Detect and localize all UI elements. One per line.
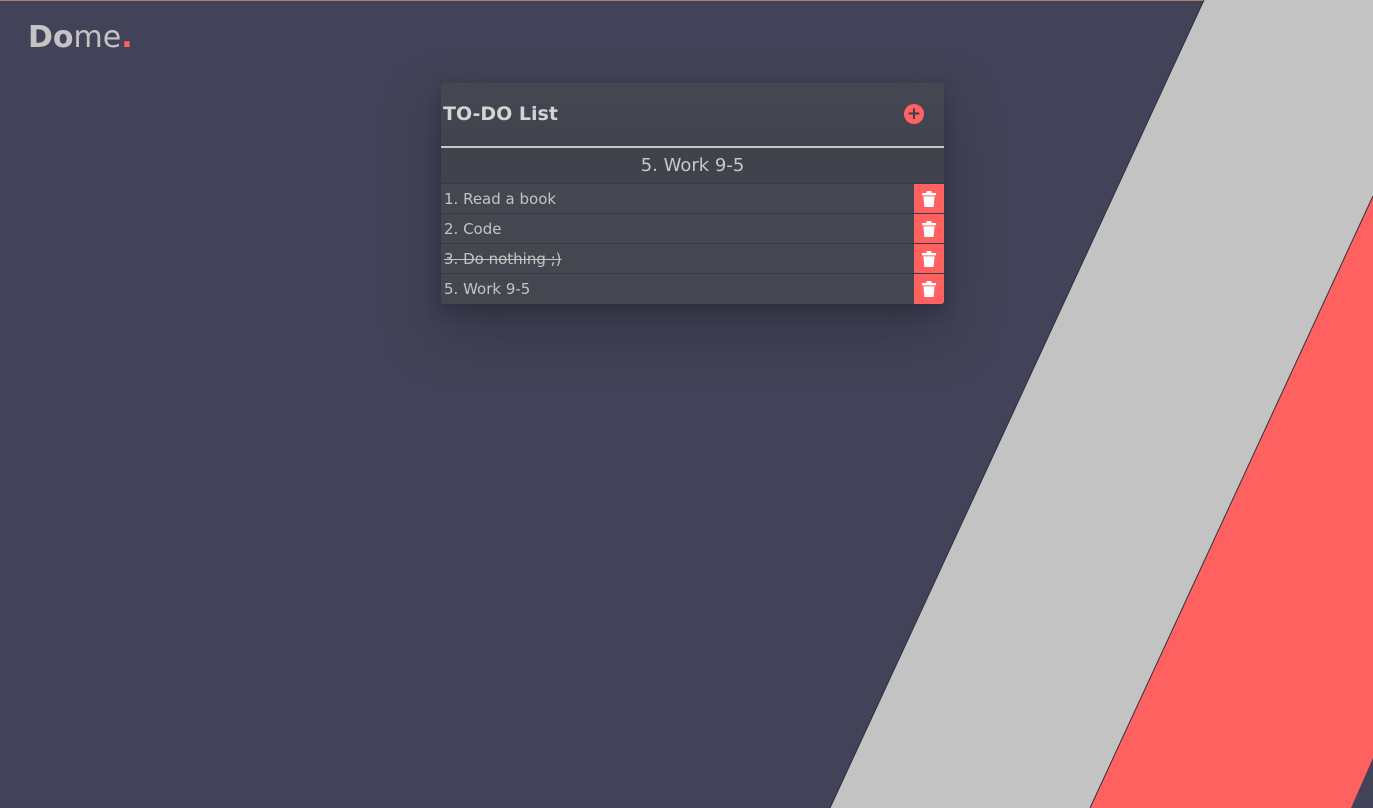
trash-icon — [922, 220, 936, 237]
logo-bold-text: Do — [28, 20, 74, 55]
task-item[interactable]: 1. Read a book — [441, 184, 944, 214]
logo-dot: . — [121, 20, 133, 55]
delete-task-button[interactable] — [914, 184, 944, 213]
add-task-button[interactable]: + — [904, 104, 924, 124]
todo-title: TO-DO List — [443, 103, 558, 125]
todo-card: TO-DO List + 5. Work 9-5 1. Read a book … — [441, 83, 944, 304]
task-label[interactable]: 1. Read a book — [441, 190, 914, 208]
task-item[interactable]: 2. Code — [441, 214, 944, 244]
todo-card-header: TO-DO List + — [441, 83, 944, 148]
task-label[interactable]: 2. Code — [441, 220, 914, 238]
selected-task-display: 5. Work 9-5 — [441, 148, 944, 184]
logo-light-text: me — [73, 20, 122, 55]
task-label-completed[interactable]: 3. Do nothing ;) — [441, 250, 914, 268]
app-logo[interactable]: Dome. — [28, 20, 133, 56]
task-item[interactable]: 3. Do nothing ;) — [441, 244, 944, 274]
plus-circle-icon: + — [906, 104, 922, 124]
task-label[interactable]: 5. Work 9-5 — [441, 280, 914, 298]
trash-icon — [922, 250, 936, 267]
task-item[interactable]: 5. Work 9-5 — [441, 274, 944, 304]
trash-icon — [922, 281, 936, 297]
delete-task-button[interactable] — [914, 274, 944, 304]
trash-icon — [922, 190, 936, 207]
task-list: 1. Read a book 2. Code 3. Do nothing ;) … — [441, 184, 944, 304]
delete-task-button[interactable] — [914, 244, 944, 273]
delete-task-button[interactable] — [914, 214, 944, 243]
